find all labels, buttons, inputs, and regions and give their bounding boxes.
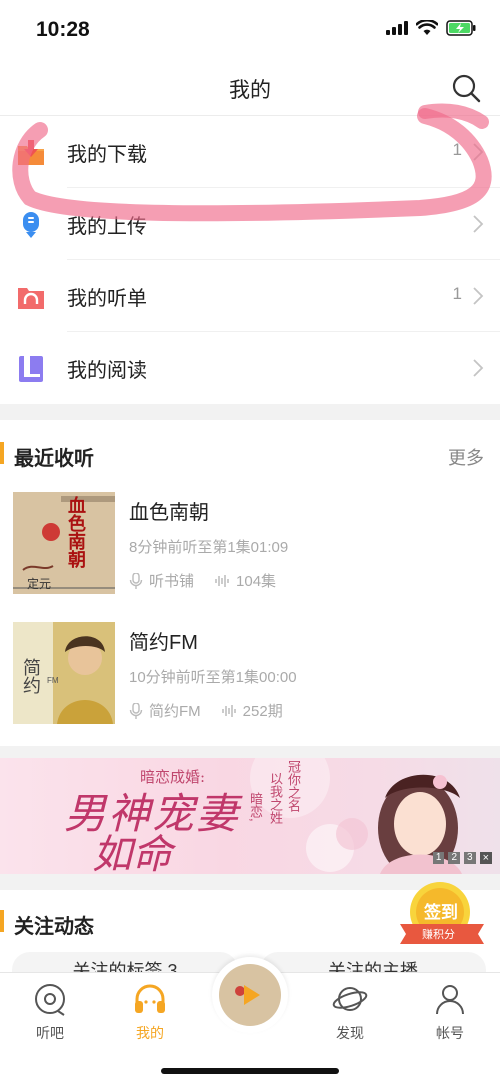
item-progress: 10分钟前听至第1集00:00 xyxy=(129,669,297,686)
status-time: 10:28 xyxy=(36,18,90,41)
banner-vertical-text: 冠你之名 xyxy=(286,760,301,812)
tab-label: 发现 xyxy=(336,1025,364,1041)
bottom-tab-bar: 听吧 我的 发现 帐号 xyxy=(0,957,500,1084)
chevron-right-icon xyxy=(473,359,484,377)
item-episodes: 104集 xyxy=(236,573,277,590)
section-accent-bar xyxy=(0,442,4,464)
recent-section: 最近收听 更多 定元 血色南朝 血色南朝 8分钟前听至第1集01:09 听书铺 … xyxy=(0,420,500,746)
item-episodes: 252期 xyxy=(242,703,283,720)
menu-label: 我的阅读 xyxy=(67,360,147,382)
item-title: 简约FM xyxy=(129,632,198,654)
sign-in-badge[interactable]: 签到 赚积分 xyxy=(398,880,486,952)
section-title: 最近收听 xyxy=(14,448,94,470)
annotation-scribble xyxy=(12,103,492,222)
cellular-signal-icon xyxy=(386,21,408,35)
promo-banner[interactable]: 暗恋成婚: 男神宠妻 如命 暗恋, 以我之姓 冠你之名 1 2 3 × xyxy=(0,758,500,874)
menu-item-reading[interactable]: 我的阅读 xyxy=(0,332,500,404)
banner-headline-2: 如命 xyxy=(92,832,172,874)
wifi-icon xyxy=(416,20,438,35)
tab-label: 听吧 xyxy=(36,1025,64,1041)
banner-close-button[interactable]: × xyxy=(479,852,492,864)
tab-label: 我的 xyxy=(136,1025,164,1041)
recent-item[interactable]: 定元 血色南朝 血色南朝 8分钟前听至第1集01:09 听书铺 104集 xyxy=(0,492,500,602)
planet-icon xyxy=(332,987,368,1011)
banner-page-indicator[interactable]: 3 xyxy=(464,852,476,864)
tab-account[interactable]: 帐号 xyxy=(410,981,490,1051)
tab-mine[interactable]: 我的 xyxy=(110,981,190,1051)
menu-item-playlists[interactable]: 我的听单 1 xyxy=(0,260,500,332)
cover-image: 简约 FM xyxy=(13,622,115,724)
sign-in-label: 签到 xyxy=(424,903,458,922)
cover-badge: FM xyxy=(47,676,59,685)
item-meta: 听书铺 104集 xyxy=(129,570,276,591)
headphones-icon xyxy=(135,984,165,1013)
banner-vertical-text: 以我之姓 xyxy=(268,772,283,824)
item-meta: 简约FM 252期 xyxy=(129,700,283,721)
audio-wave-icon xyxy=(221,704,236,717)
account-icon xyxy=(436,985,464,1015)
chevron-right-icon xyxy=(473,287,484,305)
menu-count: 1 xyxy=(452,284,462,303)
item-progress: 8分钟前听至第1集01:09 xyxy=(129,539,289,556)
item-title: 血色南朝 xyxy=(129,502,209,524)
vinyl-icon xyxy=(35,984,65,1016)
microphone-icon xyxy=(129,572,143,589)
tab-label: 帐号 xyxy=(436,1025,464,1041)
audio-wave-icon xyxy=(215,574,229,587)
banner-pager: 1 2 3 × xyxy=(432,852,492,864)
cover-title: 简约 xyxy=(20,658,41,694)
recent-item[interactable]: 简约 FM 简约FM 10分钟前听至第1集00:00 简约FM 252期 xyxy=(0,622,500,732)
tab-discover[interactable]: 发现 xyxy=(310,981,390,1051)
sign-in-subtext: 赚积分 xyxy=(422,929,455,941)
home-indicator xyxy=(161,1068,339,1074)
item-source: 听书铺 xyxy=(149,573,195,590)
section-title: 关注动态 xyxy=(14,916,94,938)
now-playing-cover xyxy=(219,964,281,1026)
banner-page-indicator[interactable]: 2 xyxy=(448,852,460,864)
status-bar: 10:28 xyxy=(0,0,500,60)
more-link[interactable]: 更多 xyxy=(448,444,484,470)
section-accent-bar xyxy=(0,910,4,932)
now-playing-button[interactable] xyxy=(212,957,288,1033)
banner-vertical-text: 暗恋, xyxy=(248,792,263,822)
battery-charging-icon xyxy=(446,20,476,36)
cover-image: 定元 血色南朝 xyxy=(13,492,115,594)
tab-listen[interactable]: 听吧 xyxy=(10,981,90,1051)
status-icons xyxy=(386,20,476,36)
svg-text:定元: 定元 xyxy=(27,576,51,591)
playlist-icon xyxy=(18,288,44,309)
banner-page-indicator[interactable]: 1 xyxy=(432,852,445,864)
cover-title: 血色南朝 xyxy=(66,496,86,568)
item-source: 简约FM xyxy=(149,703,201,720)
microphone-icon xyxy=(129,702,143,719)
menu-label: 我的听单 xyxy=(67,288,147,310)
reading-icon xyxy=(19,356,43,382)
